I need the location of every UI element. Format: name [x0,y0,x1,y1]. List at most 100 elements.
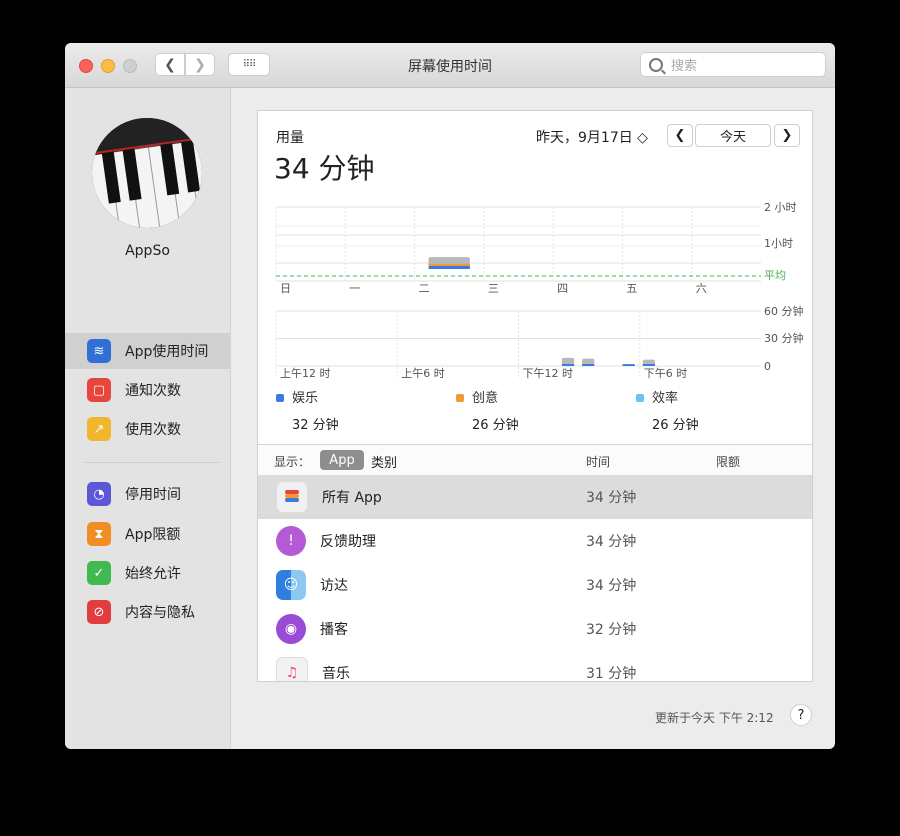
table-row[interactable]: 所有 App 34 分钟 [258,475,812,519]
legend-value: 32 分钟 [292,418,339,433]
day-label: 一 [349,282,360,295]
sidebar-item-label: 始终允许 [125,566,181,582]
hour-label: 上午12 时 [280,367,331,380]
downtime-icon: ◔ [87,482,111,506]
hour-bar-entertainment [582,364,595,366]
week-chart: 日 一 二 三 四 五 六 2 小时 1小时平均 [275,201,797,295]
search-placeholder: 搜索 [671,59,698,74]
screen-time-window: ❮ ❯ ⠿⠿ 屏幕使用时间 搜索 AppSo ≋ App使用时间 ▢ 通知次数 … [65,43,835,749]
app-name: 音乐 [322,666,350,681]
day-bar-entertainment [428,266,470,269]
sidebar-item-notifications[interactable]: ▢ 通知次数 [65,372,230,408]
app-time: 34 分钟 [586,490,637,506]
day-label: 三 [488,282,499,295]
app-time: 32 分钟 [586,622,637,638]
app-time: 31 分钟 [586,666,637,681]
sidebar-item-content-privacy[interactable]: ⊘ 内容与隐私 [65,594,230,630]
sidebar-item-app-limits[interactable]: ⧗ App限额 [65,516,230,552]
piano-keys-image [92,118,202,228]
title-bar: ❮ ❯ ⠿⠿ 屏幕使用时间 搜索 [65,43,835,88]
sidebar-item-app-usage[interactable]: ≋ App使用时间 [65,333,230,369]
options-button[interactable]: ••• 选项 [65,745,230,749]
user-name: AppSo [125,243,170,259]
day-label: 四 [557,282,568,295]
avatar[interactable] [92,118,202,228]
usage-charts: 日 一 二 三 四 五 六 2 小时 1小时平均 上午12 时 上午6 时 下午12 时 下午6 时 6… [275,201,804,380]
sidebar-item-label: 停用时间 [125,487,181,503]
app-name: 反馈助理 [320,534,376,550]
help-icon: ? [797,707,805,723]
app-name: 播客 [320,622,348,638]
sidebar-item-always-allowed[interactable]: ✓ 始终允许 [65,555,230,591]
legend-label: 效率 [652,391,679,406]
legend-value: 26 分钟 [472,418,519,433]
stack-glyph [285,490,299,502]
hour-label: 下午12 时 [523,367,574,380]
hourglass-icon: ⧗ [87,522,111,546]
music-icon: ♫ [276,657,308,681]
segment-category[interactable]: 类别 [371,452,397,471]
sidebar: AppSo ≋ App使用时间 ▢ 通知次数 ↗ 使用次数 ◔ 停用时间 ⧗ A… [65,88,231,749]
sidebar-item-pickups[interactable]: ↗ 使用次数 [65,411,230,447]
legend-creativity: 创意 26 分钟 [456,387,519,433]
podcast-icon: ◉ [276,614,306,644]
column-time[interactable]: 时间 [586,453,610,470]
app-list: 所有 App 34 分钟 ! 反馈助理 34 分钟 ☺ 访达 34 分钟 ◉ 播… [258,475,812,681]
legend-label: 创意 [472,391,499,406]
y-label: 2 小时 [764,201,797,214]
day-label: 六 [696,282,707,295]
app-time: 34 分钟 [586,578,637,594]
search-icon [649,57,663,72]
table-row[interactable]: ◉ 播客 32 分钟 [258,607,812,651]
search-field[interactable]: 搜索 [640,52,826,77]
sidebar-item-label: 使用次数 [125,422,181,438]
check-icon: ✓ [87,561,111,585]
feedback-icon: ! [276,526,306,556]
legend-value: 26 分钟 [652,418,699,433]
app-name: 访达 [320,578,348,594]
hour-bar-entertainment [642,364,655,366]
stack-icon [276,481,308,513]
help-button[interactable]: ? [790,704,812,726]
sidebar-item-downtime[interactable]: ◔ 停用时间 [65,476,230,512]
day-label: 二 [419,282,430,295]
legend-swatch [456,394,464,402]
hour-bar-entertainment [561,364,575,366]
hour-label: 下午6 时 [644,367,688,380]
updated-timestamp: 更新于今天 下午 2:12 [655,711,774,725]
table-header: 显示： App 类别 时间 限额 [258,444,812,476]
day-label: 五 [626,282,637,295]
column-limit[interactable]: 限额 [716,453,740,470]
sidebar-divider [85,462,219,463]
app-time: 34 分钟 [586,534,637,550]
hour-bar-entertainment [622,364,635,366]
legend-productivity: 效率 26 分钟 [636,387,699,433]
legend-label: 娱乐 [292,391,319,406]
y-label: 0 [764,360,771,373]
y-label: 60 分钟 [764,304,804,318]
app-name: 所有 App [322,490,382,506]
pickup-icon: ↗ [87,417,111,441]
legend-swatch [636,394,644,402]
notification-icon: ▢ [87,378,111,402]
sidebar-item-label: 通知次数 [125,383,181,399]
table-row[interactable]: ! 反馈助理 34 分钟 [258,519,812,563]
sidebar-item-label: App限额 [125,527,181,543]
table-row[interactable]: ☺ 访达 34 分钟 [258,563,812,607]
hour-label: 上午6 时 [401,367,445,380]
y-label: 1小时 [764,237,793,250]
sidebar-item-label: 内容与隐私 [125,605,195,621]
day-bar-creativity [428,264,470,266]
sidebar-item-label: App使用时间 [125,344,209,360]
legend-swatch [276,394,284,402]
layers-icon: ≋ [87,339,111,363]
legend-entertainment: 娱乐 32 分钟 [276,387,339,433]
usage-panel: 用量 34 分钟 昨天，9月17日 ◇ ❮ 今天 ❯ 日一二三四五六2 小时 1小… [257,110,813,682]
show-label: 显示： [274,455,311,469]
table-row[interactable]: ♫ 音乐 31 分钟 [258,651,812,681]
finder-icon: ☺ [276,570,306,600]
segment-app[interactable]: App [320,450,364,470]
y-label: 30 分钟 [764,331,804,345]
day-label: 日 [280,282,291,295]
hour-chart: 上午12 时 上午6 时 下午12 时 下午6 时 60 分钟 30 分钟 0 [275,304,804,380]
